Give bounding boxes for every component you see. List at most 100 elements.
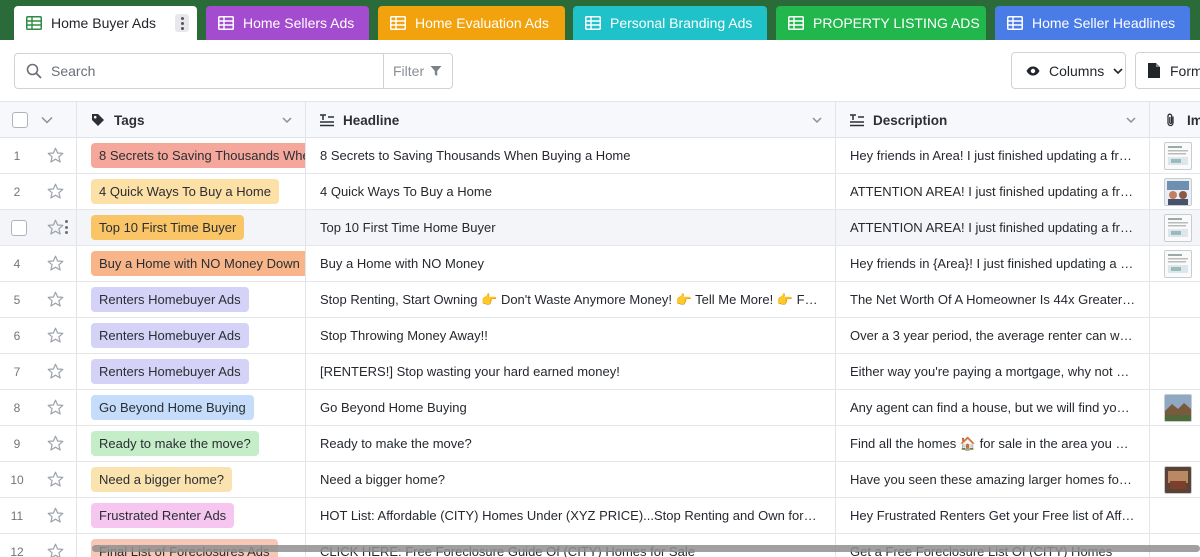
images-cell[interactable] <box>1150 426 1200 461</box>
tags-cell[interactable]: 8 Secrets to Saving Thousands When Buyin… <box>77 138 306 173</box>
row-checkbox[interactable] <box>11 219 27 236</box>
star-icon[interactable] <box>47 255 64 272</box>
image-thumbnail[interactable] <box>1164 141 1192 170</box>
star-cell[interactable] <box>34 498 77 533</box>
star-icon[interactable] <box>47 471 64 488</box>
star-cell[interactable] <box>34 354 77 389</box>
star-icon[interactable] <box>47 543 64 557</box>
image-thumbnail[interactable] <box>1164 465 1192 494</box>
tags-cell[interactable]: Renters Homebuyer Ads <box>77 318 306 353</box>
table-row[interactable]: 1 8 Secrets to Saving Thousands When Buyi… <box>0 138 1200 174</box>
table-row[interactable]: 11 Frustrated Renter Ads HOT List: Afforda… <box>0 498 1200 534</box>
column-header-headline[interactable]: Headline <box>306 102 836 138</box>
star-icon[interactable] <box>47 435 64 452</box>
tags-cell[interactable]: Go Beyond Home Buying <box>77 390 306 425</box>
star-icon[interactable] <box>47 507 64 524</box>
tab-4[interactable]: Personal Branding Ads <box>573 6 767 40</box>
description-cell[interactable]: Have you seen these amazing larger homes… <box>836 462 1150 497</box>
tab-2[interactable]: Home Sellers Ads <box>206 6 369 40</box>
description-cell[interactable]: Hey friends in {Area}! I just finished u… <box>836 246 1150 281</box>
images-cell[interactable] <box>1150 318 1200 353</box>
description-cell[interactable]: Either way you're paying a mortgage, why… <box>836 354 1150 389</box>
table-row[interactable]: Top 10 First Time BuyerViewTop 10 First … <box>0 210 1200 246</box>
headline-cell[interactable]: Stop Throwing Money Away!! <box>306 318 836 353</box>
headline-cell[interactable]: [RENTERS!] Stop wasting your hard earned… <box>306 354 836 389</box>
star-icon[interactable] <box>47 183 64 200</box>
description-cell[interactable]: ATTENTION AREA! I just finished updating… <box>836 174 1150 209</box>
headline-cell[interactable]: 8 Secrets to Saving Thousands When Buyin… <box>306 138 836 173</box>
star-icon[interactable] <box>47 219 64 236</box>
tags-cell[interactable]: Renters Homebuyer Ads <box>77 354 306 389</box>
star-icon[interactable] <box>47 327 64 344</box>
star-icon[interactable] <box>47 147 64 164</box>
star-icon[interactable] <box>47 291 64 308</box>
image-thumbnail[interactable] <box>1164 213 1192 242</box>
headline-cell[interactable]: Stop Renting, Start Owning 👉 Don't Waste… <box>306 282 836 317</box>
star-icon[interactable] <box>47 399 64 416</box>
table-row[interactable]: 4 Buy a Home with NO Money Down Buy a Home… <box>0 246 1200 282</box>
star-cell[interactable] <box>34 138 77 173</box>
tab-menu-icon[interactable] <box>175 14 189 32</box>
columns-button[interactable]: Columns <box>1011 52 1126 89</box>
chevron-down-icon[interactable] <box>811 114 823 126</box>
tags-cell[interactable]: 4 Quick Ways To Buy a Home <box>77 174 306 209</box>
images-cell[interactable] <box>1150 246 1200 281</box>
images-cell[interactable] <box>1150 174 1200 209</box>
image-thumbnail[interactable] <box>1164 249 1192 278</box>
images-cell[interactable] <box>1150 282 1200 317</box>
select-all-checkbox[interactable] <box>12 112 28 128</box>
star-cell[interactable] <box>34 534 77 557</box>
star-cell[interactable] <box>34 210 77 245</box>
form-button[interactable]: Form <box>1135 52 1200 89</box>
image-thumbnail[interactable] <box>1164 177 1192 206</box>
column-header-tags[interactable]: Tags <box>77 102 306 138</box>
star-cell[interactable] <box>34 282 77 317</box>
star-icon[interactable] <box>47 363 64 380</box>
star-cell[interactable] <box>34 426 77 461</box>
tab-5[interactable]: PROPERTY LISTING ADS <box>776 6 986 40</box>
table-row[interactable]: 10 Need a bigger home? Need a bigger home?… <box>0 462 1200 498</box>
search-input[interactable] <box>51 63 351 79</box>
chevron-down-icon[interactable] <box>1125 114 1137 126</box>
chevron-down-icon[interactable] <box>41 116 53 124</box>
column-header-images[interactable]: Ima <box>1150 102 1200 138</box>
headline-cell[interactable]: HOT List: Affordable (CITY) Homes Under … <box>306 498 836 533</box>
filter-button[interactable]: Filter <box>383 53 453 89</box>
column-header-description[interactable]: Description <box>836 102 1150 138</box>
tags-cell[interactable]: Frustrated Renter Ads <box>77 498 306 533</box>
images-cell[interactable] <box>1150 354 1200 389</box>
description-cell[interactable]: Hey friends in Area! I just finished upd… <box>836 138 1150 173</box>
row-menu-icon[interactable] <box>64 220 68 234</box>
row-select[interactable] <box>0 210 34 245</box>
star-cell[interactable] <box>34 174 77 209</box>
description-cell[interactable]: Hey Frustrated Renters Get your Free lis… <box>836 498 1150 533</box>
tab-1[interactable]: Home Buyer Ads <box>14 6 197 40</box>
description-cell[interactable]: The Net Worth Of A Homeowner Is 44x Grea… <box>836 282 1150 317</box>
tags-cell[interactable]: Need a bigger home? <box>77 462 306 497</box>
description-cell[interactable]: Any agent can find a house, but we will … <box>836 390 1150 425</box>
headline-cell[interactable]: Top 10 First Time Home Buyer <box>306 210 836 245</box>
headline-cell[interactable]: 4 Quick Ways To Buy a Home <box>306 174 836 209</box>
description-cell[interactable]: Over a 3 year period, the average renter… <box>836 318 1150 353</box>
table-row[interactable]: 2 4 Quick Ways To Buy a Home 4 Quick Ways … <box>0 174 1200 210</box>
star-cell[interactable] <box>34 246 77 281</box>
images-cell[interactable] <box>1150 138 1200 173</box>
description-cell[interactable]: ATTENTION AREA! I just finished updating… <box>836 210 1150 245</box>
images-cell[interactable] <box>1150 390 1200 425</box>
horizontal-scrollbar[interactable] <box>92 545 1200 552</box>
star-cell[interactable] <box>34 318 77 353</box>
search-box[interactable] <box>14 53 384 89</box>
tags-cell[interactable]: Top 10 First Time BuyerView <box>77 210 306 245</box>
headline-cell[interactable]: Ready to make the move? <box>306 426 836 461</box>
description-cell[interactable]: Find all the homes 🏠 for sale in the are… <box>836 426 1150 461</box>
tab-6[interactable]: Home Seller Headlines <box>995 6 1190 40</box>
star-cell[interactable] <box>34 390 77 425</box>
table-row[interactable]: 5 Renters Homebuyer Ads Stop Renting, Star… <box>0 282 1200 318</box>
chevron-down-icon[interactable] <box>281 114 293 126</box>
tags-cell[interactable]: Ready to make the move? <box>77 426 306 461</box>
images-cell[interactable] <box>1150 462 1200 497</box>
headline-cell[interactable]: Go Beyond Home Buying <box>306 390 836 425</box>
table-row[interactable]: 6 Renters Homebuyer Ads Stop Throwing Mone… <box>0 318 1200 354</box>
images-cell[interactable] <box>1150 498 1200 533</box>
star-cell[interactable] <box>34 462 77 497</box>
